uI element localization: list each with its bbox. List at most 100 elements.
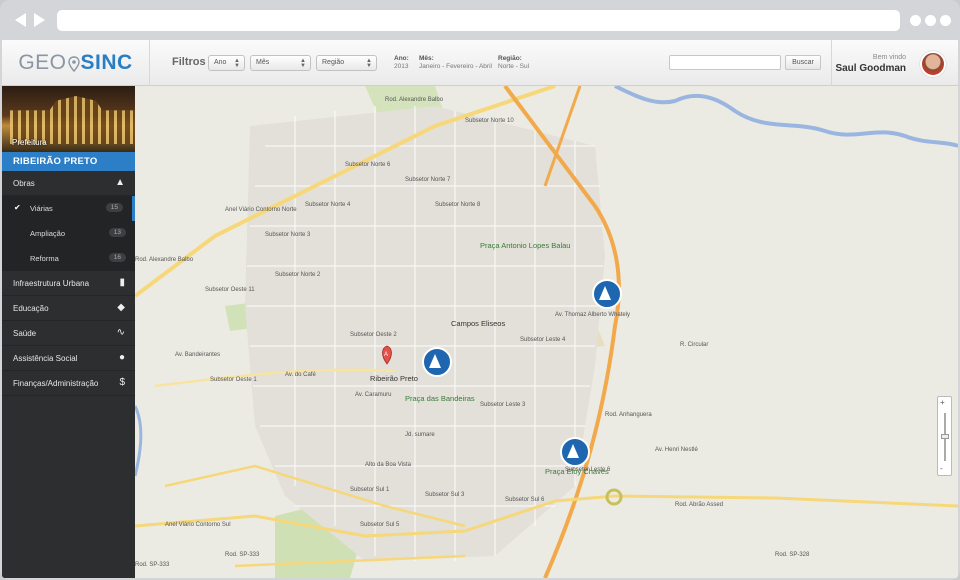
roadwork-marker-icon[interactable] [560,437,590,467]
book-icon: ◆ [117,302,125,313]
map-label: Av. Caramuru [355,392,391,398]
map-label: Subsetor Norte 2 [275,272,321,278]
zoom-out-icon[interactable]: - [940,464,943,473]
map-label: Subsetor Sul 1 [350,487,390,493]
map-label: Rod. SP-328 [775,552,810,558]
city-selector[interactable]: RIBEIRÃO PRETO ▲ [2,152,150,171]
city-photo: Prefeitura [2,86,150,152]
map-label: Subsetor Sul 6 [505,497,545,503]
sidebar-subitem-viarias[interactable]: ✔ Viárias 15 [2,196,135,221]
sidebar-subitem-label: Viárias [30,204,53,213]
back-arrow-icon[interactable] [15,13,26,27]
dollar-icon: $ [119,377,125,388]
map-label: Ribeirão Preto [370,374,418,383]
map-label: Subsetor Norte 10 [465,118,514,124]
map-label: Praça Antonio Lopes Balau [480,241,570,250]
sidebar-subitem-label: Reforma [30,254,59,263]
sidebar-item-infraestrutura[interactable]: Infraestrutura Urbana ▮ [2,271,135,296]
sidebar-item-label: Saúde [13,329,37,338]
map-label: Subsetor Norte 8 [435,202,481,208]
sidebar-item-educacao[interactable]: Educação ◆ [2,296,135,321]
map-label: Anel Viário Contorno Norte [225,207,297,213]
pin-label: A [384,352,388,358]
year-select-value: Ano [214,59,227,66]
roadwork-marker-icon[interactable] [592,279,622,309]
map-label: Rod. Abrão Assed [675,502,723,508]
map-label: Subsetor Norte 6 [345,162,391,168]
sidebar-item-label: Obras [13,179,35,188]
filter-region-key: Região: [498,55,522,62]
map-label: Subsetor Sul 3 [425,492,465,498]
username[interactable]: Saul Goodman [835,63,906,74]
search-input[interactable] [669,55,781,70]
avatar[interactable] [920,51,946,77]
welcome-text: Bem vindo [872,54,906,61]
filter-region-value: Norte - Sul [498,63,530,70]
map-label: Jd. sumare [405,432,435,438]
filter-month-value: Janeiro - Fevereiro - Abril [419,63,492,70]
sidebar-item-obras[interactable]: Obras ▲ [2,171,135,196]
city-photo-label: Prefeitura [12,138,47,147]
map-label: R. Circular [680,342,708,348]
count-badge: 13 [108,228,126,237]
map-label: Campos Eliseos [451,319,505,328]
phone-icon: ▮ [119,277,125,288]
map-label: Subsetor Oeste 1 [210,377,257,383]
sidebar-subitem-ampliacao[interactable]: Ampliação 13 [2,221,135,246]
filter-region-summary: Região: Norte - Sul [498,55,529,71]
heartbeat-icon: ∿ [116,327,125,338]
header: GEO SINC Filtros Ano ▲ ▼ Mês ▲ ▼ Região ▲ ▼ An… [2,40,958,86]
sidebar-subitem-reforma[interactable]: Reforma 16 [2,246,135,271]
map-label: Rod. SP-333 [225,552,260,558]
select-arrows-icon: ▲ ▼ [234,58,240,69]
sidebar-item-label: Assistência Social [13,354,78,363]
count-badge: 16 [108,253,126,262]
select-arrows-icon: ▲ ▼ [366,58,372,69]
count-badge: 15 [105,203,123,212]
map-canvas[interactable]: Subsetor Norte 10 Subsetor Norte 6 Subse… [135,86,958,578]
select-arrows-icon: ▲ ▼ [300,58,306,69]
logo[interactable]: GEO SINC [2,40,150,86]
city-name: RIBEIRÃO PRETO [13,156,98,167]
sidebar-item-assistencia[interactable]: Assistência Social ● [2,346,135,371]
logo-sinc: SINC [80,51,133,74]
map-label: Av. Thomaz Alberto Whately [555,312,630,318]
browser-menu-dots-icon[interactable] [910,15,951,26]
app: GEO SINC Filtros Ano ▲ ▼ Mês ▲ ▼ Região ▲ ▼ An… [2,40,958,578]
region-select[interactable]: Região ▲ ▼ [316,55,377,71]
filter-month-summary: Mês: Janeiro - Fevereiro - Abril [419,55,492,71]
pin-icon [67,56,80,72]
month-select-value: Mês [256,59,270,66]
filters-label: Filtros [172,56,206,68]
filter-year-value: 2013 [394,63,409,70]
map-label: Rod. Alexandre Balbo [135,257,194,263]
search-button[interactable]: Buscar [785,55,821,70]
map-label: Subsetor Norte 3 [265,232,311,238]
user-box: Bem vindo Saul Goodman [831,40,958,86]
roadwork-marker-icon[interactable] [422,347,452,377]
forward-arrow-icon[interactable] [34,13,45,27]
sidebar-item-saude[interactable]: Saúde ∿ [2,321,135,346]
sidebar-item-financas[interactable]: Finanças/Administração $ [2,371,135,396]
month-select[interactable]: Mês ▲ ▼ [250,55,311,71]
sidebar-item-label: Educação [13,304,49,313]
zoom-control[interactable]: + - [937,396,952,476]
map-label: Subsetor Norte 7 [405,177,451,183]
zoom-in-icon[interactable]: + [940,398,945,407]
map-label: Rod. Anhanguera [605,412,652,418]
map-label: Anel Viário Contorno Sul [165,522,231,528]
address-bar[interactable] [57,10,900,31]
map-label: Av. do Café [285,372,316,378]
map[interactable]: Subsetor Norte 10 Subsetor Norte 6 Subse… [135,86,958,578]
city-hall-image [10,96,142,144]
sidebar-item-label: Finanças/Administração [13,379,99,388]
sidebar-item-label: Infraestrutura Urbana [13,279,90,288]
zoom-slider-handle[interactable] [941,434,949,439]
river [135,405,143,477]
map-label: Subsetor Oeste 11 [205,287,255,293]
people-icon: ● [118,352,125,363]
filter-year-key: Ano: [394,55,409,62]
map-label: Av. Bandeirantes [175,352,220,358]
year-select[interactable]: Ano ▲ ▼ [208,55,245,71]
map-label: Subsetor Oeste 2 [350,332,397,338]
